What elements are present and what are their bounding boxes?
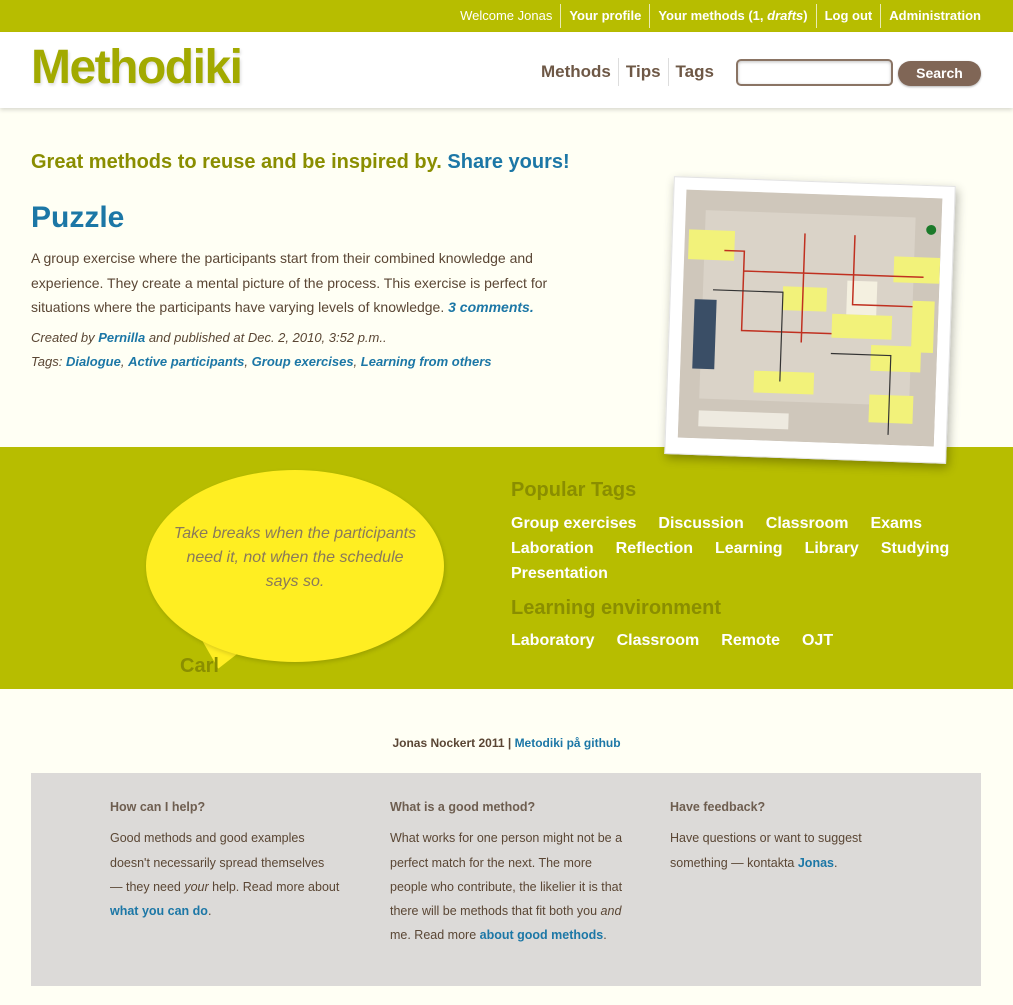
your-methods-drafts: drafts [767, 8, 804, 23]
your-methods-link[interactable]: Your methods (1, drafts) [649, 4, 815, 28]
popular-tag-link[interactable]: Studying [881, 536, 949, 561]
github-link[interactable]: Metodiki på github [515, 736, 621, 750]
method-description: A group exercise where the participants … [31, 246, 566, 320]
method-meta: Created by Pernilla and published at Dec… [31, 326, 492, 374]
method-tag-link[interactable]: Group exercises [252, 354, 354, 369]
footer-column-feedback: Have feedback? Have questions or want to… [670, 795, 885, 875]
contact-jonas-link[interactable]: Jonas [798, 856, 834, 870]
popular-tag-link[interactable]: Presentation [511, 561, 608, 586]
your-profile-link[interactable]: Your profile [560, 4, 649, 28]
share-yours-link[interactable]: Share yours! [447, 151, 569, 173]
learning-env-link[interactable]: Remote [721, 628, 780, 653]
published-text: and published at Dec. 2, 2010, 3:52 p.m.… [148, 330, 387, 345]
nav-tags[interactable]: Tags [667, 58, 721, 86]
footer-info-box: How can I help? Good methods and good ex… [31, 773, 981, 986]
footer-column-help: How can I help? Good methods and good ex… [110, 795, 340, 923]
popular-tag-link[interactable]: Group exercises [511, 511, 636, 536]
help-heading: How can I help? [110, 800, 206, 814]
top-bar: Welcome Jonas Your profile Your methods … [0, 0, 1013, 32]
learning-env-link[interactable]: OJT [802, 628, 833, 653]
method-photo [664, 176, 956, 464]
good-method-text: What works for one person might not be a… [390, 831, 623, 943]
popular-tags-list: Group exercises Discussion Classroom Exa… [511, 511, 981, 586]
search-button[interactable]: Search [898, 61, 981, 86]
popular-tag-link[interactable]: Learning [715, 536, 783, 561]
help-text: Good methods and good examples doesn't n… [110, 831, 340, 919]
popular-tag-link[interactable]: Discussion [658, 511, 743, 536]
nav-tips[interactable]: Tips [617, 58, 668, 86]
about-good-methods-link[interactable]: about good methods [480, 928, 604, 942]
method-tags-line: Tags: Dialogue, Active participants, Gro… [31, 354, 492, 369]
administration-link[interactable]: Administration [880, 4, 989, 28]
popular-tags-heading: Popular Tags [511, 479, 637, 501]
created-by-line: Created by Pernilla and published at Dec… [31, 326, 492, 350]
search-input[interactable] [736, 59, 893, 86]
footer-column-good-method: What is a good method? What works for on… [390, 795, 625, 948]
footer-credit: Jonas Nockert 2011 | Metodiki på github [0, 736, 1013, 750]
feedback-text: Have questions or want to suggest someth… [670, 831, 862, 870]
popular-tag-link[interactable]: Laboration [511, 536, 594, 561]
whiteboard-illustration [677, 189, 943, 447]
welcome-text: Welcome Jonas [460, 8, 553, 23]
credit-text: Jonas Nockert 2011 [392, 736, 505, 750]
logout-link[interactable]: Log out [815, 4, 881, 28]
logo[interactable]: Methodiki [31, 40, 243, 95]
tagline: Great methods to reuse and be inspired b… [31, 151, 570, 174]
method-tag-link[interactable]: Learning from others [361, 354, 492, 369]
nav-methods[interactable]: Methods [534, 58, 618, 86]
credit-separator: | [507, 736, 512, 750]
popular-tag-link[interactable]: Exams [870, 511, 922, 536]
feedback-heading: Have feedback? [670, 800, 766, 814]
whiteboard-photo-image [677, 189, 943, 447]
method-tag-link[interactable]: Active participants [128, 354, 244, 369]
your-methods-suffix: ) [803, 8, 808, 23]
popular-tag-link[interactable]: Reflection [616, 536, 693, 561]
user-nav: Welcome Jonas Your profile Your methods … [452, 0, 989, 32]
method-tag-link[interactable]: Dialogue [66, 354, 121, 369]
your-methods-prefix: Your methods (1, [658, 8, 768, 23]
popular-tag-link[interactable]: Classroom [766, 511, 849, 536]
tip-quote: Take breaks when the participants need i… [173, 525, 417, 590]
method-title[interactable]: Puzzle [31, 201, 124, 235]
tagline-text: Great methods to reuse and be inspired b… [31, 151, 442, 173]
learning-env-link[interactable]: Laboratory [511, 628, 595, 653]
tags-label: Tags: [31, 354, 63, 369]
comments-link[interactable]: 3 comments. [448, 299, 534, 315]
author-link[interactable]: Pernilla [98, 330, 145, 345]
main-nav: Methods Tips Tags [534, 58, 721, 86]
learning-environment-list: Laboratory Classroom Remote OJT [511, 628, 981, 653]
learning-env-link[interactable]: Classroom [617, 628, 700, 653]
good-method-heading: What is a good method? [390, 800, 536, 814]
site-header: Methodiki Methods Tips Tags Search [0, 32, 1013, 108]
what-you-can-do-link[interactable]: what you can do [110, 904, 208, 918]
popular-tag-link[interactable]: Library [805, 536, 859, 561]
tip-author: Carl [180, 655, 219, 677]
created-by-label: Created by [31, 330, 95, 345]
learning-environment-heading: Learning environment [511, 597, 722, 619]
